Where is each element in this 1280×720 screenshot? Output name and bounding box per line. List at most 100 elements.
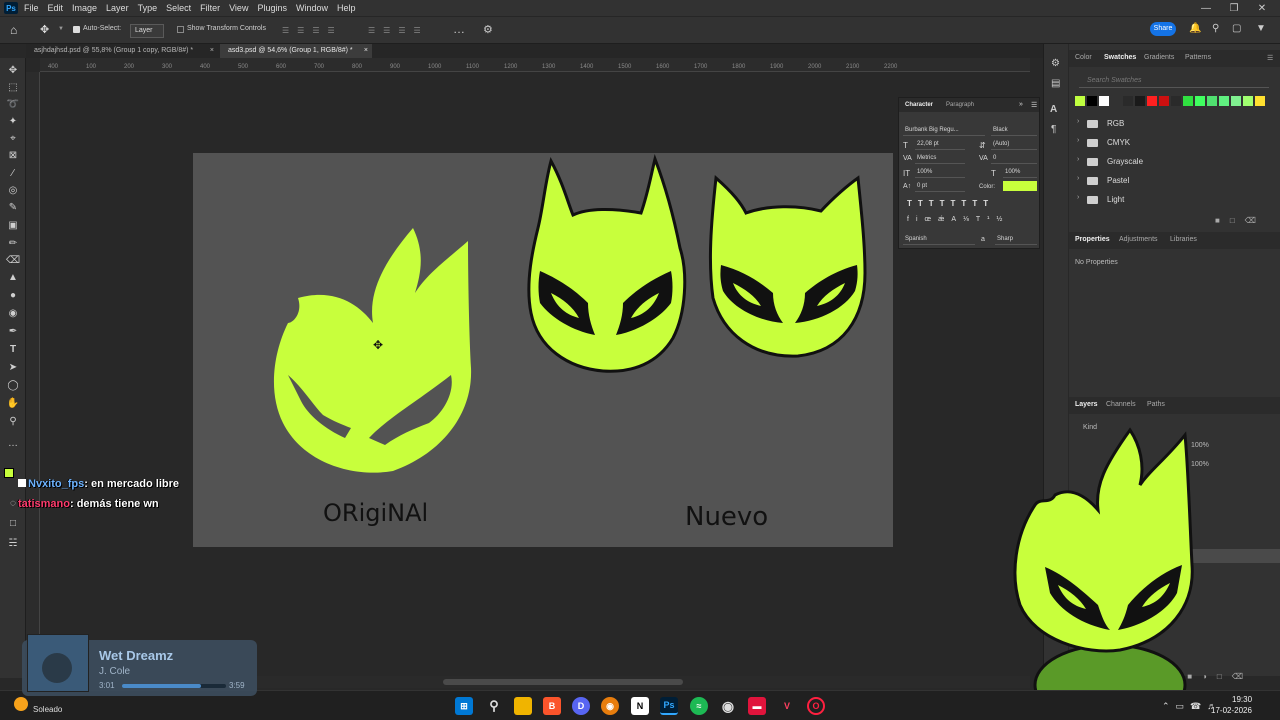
tab-swatches[interactable]: Swatches [1104,54,1136,61]
start-icon[interactable]: ⊞ [455,697,473,715]
collapse-icon[interactable]: » [1019,101,1023,108]
swatch-color[interactable] [1243,96,1253,106]
lasso-tool-icon[interactable]: ➰ [6,99,20,111]
hand-tool-icon[interactable]: ✋ [6,398,20,410]
show-transform-checkbox[interactable] [177,26,184,33]
blur-tool-icon[interactable]: ● [6,290,20,302]
photoshop-taskbar-icon[interactable]: Ps [660,697,678,715]
antialias-select[interactable]: Sharp [995,235,1037,245]
spotify-icon[interactable]: ≈ [690,697,708,715]
chat-username[interactable]: Nvxito_fps [28,478,84,490]
adjustments-icon[interactable]: ⚙ [1051,58,1060,69]
search-swatches-input[interactable]: Search Swatches [1079,74,1269,88]
menu-window[interactable]: Window [296,3,328,13]
new-logo-1[interactable] [527,154,687,373]
auto-select-dropdown[interactable]: Layer [130,24,164,38]
text-style-buttons[interactable]: TTTTTTTT [907,199,1035,209]
menu-filter[interactable]: Filter [200,3,220,13]
crop-tool-icon[interactable]: ⌖ [6,133,20,145]
chevron-right-icon[interactable]: › [1077,156,1079,163]
swatch-folder-light[interactable]: › Light [1077,193,1267,211]
progress-track[interactable] [122,684,226,688]
menu-file[interactable]: File [24,3,39,13]
font-size-input[interactable]: 22,08 pt [915,140,965,150]
chat-username[interactable]: tatismano [18,498,70,510]
zoom-tool-icon[interactable]: ⚲ [6,416,20,428]
clock-date[interactable]: 17-02-2026 [1211,706,1252,715]
leading-input[interactable]: (Auto) [991,140,1037,150]
menu-edit[interactable]: Edit [48,3,64,13]
distribute-icons[interactable]: ☰☰☰☰ [368,26,438,35]
frame-tool-icon[interactable]: ⊠ [6,150,20,162]
swatch-folder-grayscale[interactable]: › Grayscale [1077,155,1267,173]
tab-layers[interactable]: Layers [1075,401,1098,408]
file-explorer-icon[interactable] [514,697,532,715]
discord-icon[interactable]: D [572,697,590,715]
home-icon[interactable]: ⌂ [10,24,24,36]
healing-tool-icon[interactable]: ◎ [6,185,20,197]
horizontal-scale-input[interactable]: 100% [1003,168,1037,178]
pen-tool-icon[interactable]: ✒ [6,326,20,338]
tab-document-2[interactable]: asd3.psd @ 54,6% (Group 1, RGB/8#) * × [220,44,372,58]
brush-tool-icon[interactable]: ✎ [6,202,20,214]
menu-view[interactable]: View [229,3,248,13]
magic-wand-tool-icon[interactable]: ✦ [6,116,20,128]
weather-icon[interactable] [14,697,28,711]
swatch-color[interactable] [1231,96,1241,106]
valorant-icon[interactable]: V [778,697,796,715]
tab-color[interactable]: Color [1075,54,1092,61]
swatch-color[interactable] [1195,96,1205,106]
notion-icon[interactable]: N [631,697,649,715]
chevron-down-icon[interactable]: ▼ [58,26,64,32]
move-tool-icon[interactable]: ✥ [40,23,49,36]
screen-mode-icon[interactable]: □ [6,518,20,530]
scroll-thumb[interactable] [443,679,683,685]
marquee-tool-icon[interactable]: ⬚ [6,82,20,94]
chevron-right-icon[interactable]: › [1077,118,1079,125]
font-style-select[interactable]: Black [991,126,1037,136]
move-tool-icon[interactable]: ✥ [6,65,20,77]
swatch-color[interactable] [1087,96,1097,106]
swatch-color[interactable] [1183,96,1193,106]
workspace-dropdown-icon[interactable]: ▼ [1256,23,1266,34]
more-tools-icon[interactable]: … [6,438,20,450]
baseline-input[interactable]: 0 pt [915,182,965,192]
menu-help[interactable]: Help [337,3,356,13]
type-tool-icon[interactable]: T [6,344,20,356]
swatch-color[interactable] [1207,96,1217,106]
vertical-scale-input[interactable]: 100% [915,168,965,178]
bell-icon[interactable]: 🔔 [1189,23,1201,34]
tab-character[interactable]: Character [905,102,933,108]
panel-menu-icon[interactable]: ☰ [1031,101,1037,109]
menu-layer[interactable]: Layer [106,3,129,13]
swatch-folder-cmyk[interactable]: › CMYK [1077,136,1267,154]
menu-plugins[interactable]: Plugins [257,3,287,13]
foreground-color-swatch[interactable] [4,468,14,478]
text-color-swatch[interactable] [1003,181,1037,191]
chevron-right-icon[interactable]: › [1077,175,1079,182]
close-icon[interactable]: ✕ [1244,0,1280,16]
tab-libraries[interactable]: Libraries [1170,236,1197,243]
swatch-color[interactable] [1135,96,1145,106]
menu-image[interactable]: Image [72,3,97,13]
tab-paragraph[interactable]: Paragraph [946,102,974,108]
swatch-actions[interactable]: ■□⌫ [1215,216,1266,225]
swatch-color[interactable] [1075,96,1085,106]
opentype-buttons[interactable]: fiœǽA⅛T¹½ [907,216,1035,226]
swatch-color[interactable] [1171,96,1181,106]
search-icon[interactable]: ⚲ [485,697,503,715]
gear-icon[interactable]: ⚙ [483,23,493,36]
auto-select-checkbox[interactable] [73,26,80,33]
tracking-input[interactable]: 0 [991,154,1037,164]
menu-select[interactable]: Select [166,3,191,13]
swatch-color[interactable] [1099,96,1109,106]
kerning-select[interactable]: Metrics [915,154,965,164]
tab-gradients[interactable]: Gradients [1144,54,1174,61]
tab-channels[interactable]: Channels [1106,401,1136,408]
font-family-select[interactable]: Burbank Big Regu... [903,126,985,136]
tab-adjustments[interactable]: Adjustments [1119,236,1158,243]
language-select[interactable]: Spanish [903,235,975,245]
share-button[interactable]: Share [1150,22,1176,36]
app-red-icon[interactable]: ▬ [748,697,766,715]
share-image-icon[interactable]: ☵ [6,538,20,550]
